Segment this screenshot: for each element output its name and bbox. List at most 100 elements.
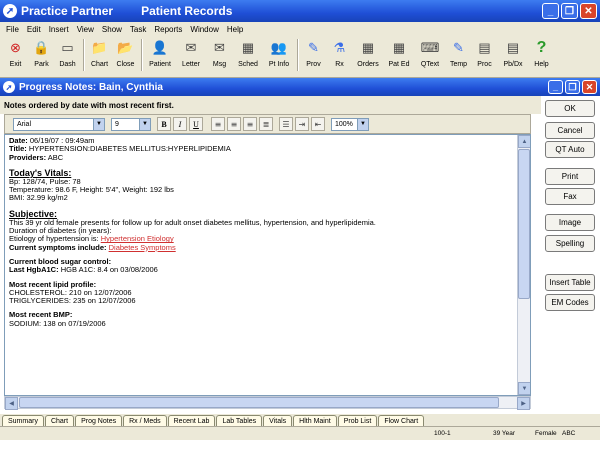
hgba1c-value: HGB A1C: 8.4 on 03/08/2006 (60, 265, 158, 275)
symptoms-label: Current symptoms include: (9, 242, 107, 252)
font-dropdown-icon[interactable]: ▼ (93, 118, 104, 130)
tab-lab-tables[interactable]: Lab Tables (216, 415, 263, 426)
toolbar-separator (297, 39, 299, 71)
scroll-right-icon[interactable]: ▶ (517, 397, 530, 410)
menu-window[interactable]: Window (186, 25, 222, 34)
vertical-scrollbar[interactable]: ▲ ▼ (517, 135, 530, 395)
toolbar-label: Dash (59, 61, 76, 68)
toolbar-label: Rx (335, 61, 344, 68)
font-size-select[interactable]: 9 ▼ (111, 117, 151, 131)
toolbar-dash-button[interactable]: ▭ Dash (55, 39, 80, 75)
close-button[interactable]: ✕ (580, 3, 597, 19)
notes-restore-button[interactable]: ❐ (565, 80, 580, 94)
align-center-icon[interactable]: ≡ (227, 117, 241, 131)
tab-vitals[interactable]: Vitals (263, 415, 293, 426)
horizontal-scroll-thumb[interactable] (19, 397, 499, 408)
menu-edit[interactable]: Edit (23, 25, 45, 34)
notes-minimize-button[interactable]: _ (548, 80, 563, 94)
template-icon: ✎ (453, 40, 464, 55)
toolbar-temp-button[interactable]: ✎ Temp (446, 39, 471, 75)
indent-icon[interactable]: ⇥ (295, 117, 309, 131)
font-select[interactable]: Arial ▼ (13, 117, 105, 131)
minimize-button[interactable]: _ (542, 3, 559, 19)
toolbar-exit-button[interactable]: ⊗ Exit (3, 39, 28, 75)
hgba1c-label: Last HgbA1C: (9, 265, 59, 275)
qtext-icon: ⌨ (420, 40, 440, 55)
toolbar-label: Close (116, 61, 135, 68)
menu-help[interactable]: Help (223, 25, 247, 34)
vertical-scroll-thumb[interactable] (518, 149, 530, 299)
toolbar-help-button[interactable]: ? Help (529, 39, 554, 75)
image-button[interactable]: Image (545, 214, 595, 231)
menu-reports[interactable]: Reports (150, 25, 186, 34)
toolbar-park-button[interactable]: 🔒 Park (29, 39, 54, 75)
scroll-left-icon[interactable]: ◀ (5, 397, 18, 410)
menu-file[interactable]: File (2, 25, 23, 34)
menu-show[interactable]: Show (98, 25, 126, 34)
tab-rx-meds[interactable]: Rx / Meds (123, 415, 167, 426)
tab-recent-lab[interactable]: Recent Lab (167, 415, 216, 426)
toolbar-close-button[interactable]: 📂 Close (113, 39, 138, 75)
horizontal-scrollbar[interactable]: ◀ ▶ (4, 396, 531, 410)
print-button[interactable]: Print (545, 168, 595, 185)
scroll-down-icon[interactable]: ▼ (518, 382, 530, 395)
providers-label: Providers: (9, 152, 47, 162)
zoom-select[interactable]: 100% ▼ (331, 117, 369, 131)
scroll-up-icon[interactable]: ▲ (518, 135, 530, 148)
underline-button[interactable]: U (189, 117, 203, 131)
toolbar-chart-button[interactable]: 📁 Chart (87, 39, 112, 75)
cancel-button[interactable]: Cancel (545, 122, 595, 139)
toolbar-pb-dx-button[interactable]: ▤ Pb/Dx (498, 39, 528, 75)
toolbar-letter-button[interactable]: ✉ Letter (176, 39, 206, 75)
toolbar-orders-button[interactable]: ▦ Orders (353, 39, 383, 75)
tab-summary[interactable]: Summary (2, 415, 44, 426)
toolbar-label: Prov (306, 61, 321, 68)
toolbar-label: Temp (449, 61, 468, 68)
toolbar-msg-button[interactable]: ✉ Msg (207, 39, 232, 75)
toolbar-qtext-button[interactable]: ⌨ QText (415, 39, 445, 75)
toolbar-label: Orders (357, 61, 379, 68)
tab-prog-notes[interactable]: Prog Notes (75, 415, 123, 426)
toolbar-label: Pb/Dx (503, 61, 523, 68)
italic-button[interactable]: I (173, 117, 187, 131)
note-editor[interactable]: Date: 06/19/07 : 09:49am Title: HYPERTEN… (4, 134, 531, 396)
app-title: Practice Partner (21, 4, 114, 18)
insert-table-button[interactable]: Insert Table (545, 274, 595, 291)
ok-button[interactable]: OK (545, 100, 595, 117)
tab-prob-list[interactable]: Prob List (337, 415, 378, 426)
toolbar-label: QText (420, 61, 440, 68)
tab-chart[interactable]: Chart (44, 415, 75, 426)
toolbar-proc-button[interactable]: ▤ Proc (472, 39, 497, 75)
zoom-dropdown-icon[interactable]: ▼ (357, 118, 368, 130)
toolbar-label: Sched (238, 61, 258, 68)
toolbar-separator (141, 39, 143, 71)
restore-button[interactable]: ❐ (561, 3, 578, 19)
menu-insert[interactable]: Insert (45, 25, 73, 34)
fax-button[interactable]: Fax (545, 188, 595, 205)
bold-button[interactable]: B (157, 117, 171, 131)
font-size-dropdown-icon[interactable]: ▼ (139, 118, 150, 130)
toolbar-prov-button[interactable]: ✎ Prov (301, 39, 326, 75)
toolbar-sched-button[interactable]: ▦ Sched (233, 39, 263, 75)
toolbar-pt-info-button[interactable]: 👥 Pt Info (264, 39, 294, 75)
bullets-icon[interactable]: ☰ (279, 117, 293, 131)
notes-close-button[interactable]: ✕ (582, 80, 597, 94)
qt-auto-button[interactable]: QT Auto (545, 141, 595, 158)
toolbar-rx-button[interactable]: ⚗ Rx (327, 39, 352, 75)
tab-flow-chart[interactable]: Flow Chart (378, 415, 425, 426)
menu-task[interactable]: Task (126, 25, 150, 34)
tab-hlth-maint[interactable]: Hlth Maint (293, 415, 337, 426)
outdent-icon[interactable]: ⇤ (311, 117, 325, 131)
spelling-button[interactable]: Spelling (545, 235, 595, 252)
toolbar-patient-button[interactable]: 👤 Patient (145, 39, 175, 75)
toolbar-pat-ed-button[interactable]: ▦ Pat Ed (384, 39, 414, 75)
app-title-bar: ➚ Practice Partner Patient Records _ ❐ ✕ (0, 0, 600, 22)
align-left-icon[interactable]: ≡ (211, 117, 225, 131)
vitals-line: Temperature: 98.6 F, Height: 5'4", Weigh… (9, 185, 174, 195)
toolbar-separator (83, 39, 85, 71)
menu-view[interactable]: View (73, 25, 98, 34)
justify-icon[interactable]: ≣ (259, 117, 273, 131)
diabetes-symptoms-link[interactable]: Diabetes Symptoms (109, 243, 176, 252)
align-right-icon[interactable]: ≡ (243, 117, 257, 131)
em-codes-button[interactable]: EM Codes (545, 294, 595, 311)
